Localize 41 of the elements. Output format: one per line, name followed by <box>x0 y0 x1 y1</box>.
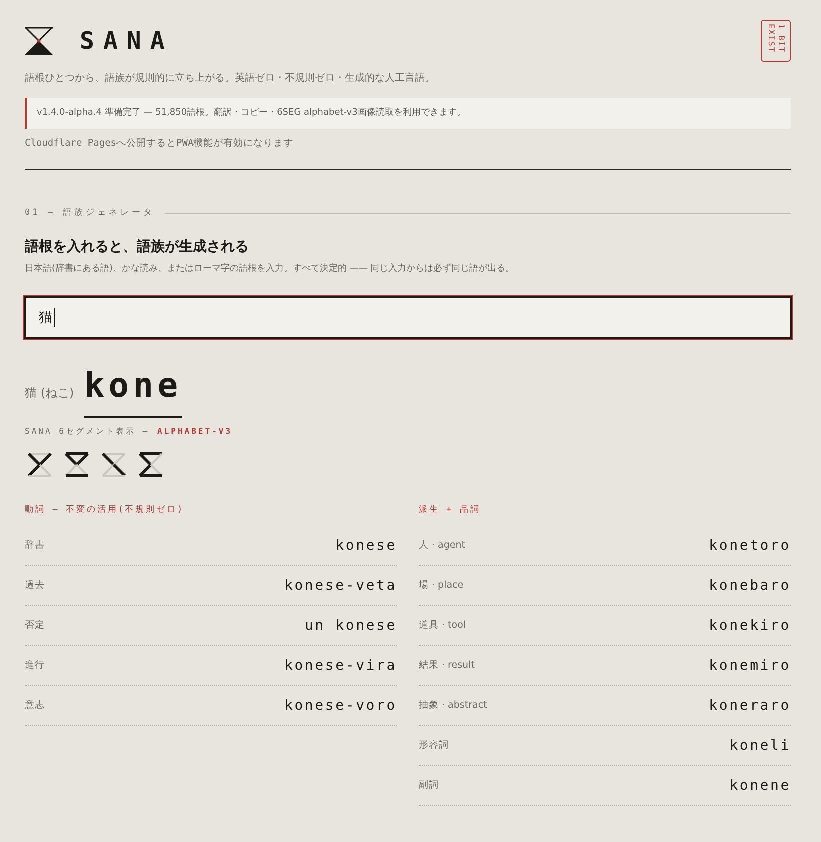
section-title: 動詞 — 不変の活用(不規則ゼロ) <box>25 504 186 516</box>
section-heading: 語根を入れると、語族が生成される <box>25 238 250 257</box>
tagline: 語根ひとつから、語族が規則的に立ち上がる。英語ゼロ・不規則ゼロ・生成的な人工言語。 <box>25 72 436 86</box>
row-label: 道具 · tool <box>419 619 466 632</box>
source-word: 猫 (ねこ) <box>25 385 74 402</box>
row-label: 進行 <box>25 659 45 672</box>
stamp-badge: 1 BIT EXIST <box>761 20 791 62</box>
alphabet-label: ALPHABET-V3 <box>158 427 233 436</box>
row-label: 場 · place <box>419 579 464 592</box>
row-value: konese <box>336 538 397 554</box>
row-value: konekiro <box>709 618 791 634</box>
row-value: koneraro <box>709 698 791 714</box>
hourglass-logo-icon <box>25 27 53 55</box>
row-label: 抽象 · abstract <box>419 699 488 712</box>
row-value: konetoro <box>709 538 791 554</box>
generated-word: kone <box>84 366 182 418</box>
row-label: 形容詞 <box>419 739 449 752</box>
row-label: 結果 · result <box>419 659 475 672</box>
row-label: 副詞 <box>419 779 439 792</box>
section-title: 派生 + 品詞 <box>419 504 482 516</box>
row-label: 人 · agent <box>419 539 466 552</box>
row-label: 過去 <box>25 579 45 592</box>
segment-label: SANA 6セグメント表示 — <box>25 426 150 437</box>
row-value: koneli <box>730 738 791 754</box>
row-value: konese-voro <box>284 698 397 714</box>
row-value: konese-veta <box>284 578 397 594</box>
input-field[interactable]: 猫 <box>24 296 792 339</box>
row-value: konese-vira <box>284 658 397 674</box>
app-title: SANA <box>80 27 174 55</box>
text-cursor <box>54 308 55 327</box>
deploy-note: Cloudflare Pagesへ公開するとPWA機能が有効になります <box>25 137 295 151</box>
row-value: konebaro <box>709 578 791 594</box>
section-label: 01 — 語族ジェネレータ <box>25 207 156 219</box>
row-value: konemiro <box>709 658 791 674</box>
row-value: un konese <box>304 618 397 634</box>
row-value: konene <box>730 778 791 794</box>
row-label: 否定 <box>25 619 45 632</box>
section-description: 日本語(辞書にある語)、かな読み、またはローマ字の語根を入力。すべて決定的 —— 同じ入力からは必ず同じ語が出る。 <box>25 262 516 276</box>
status-notice: v1.4.0-alpha.4 準備完了 — 51,850語根。翻訳・コピー・6SEG alphabet-v3画像読取を利用できます。 <box>25 98 791 129</box>
row-label: 意志 <box>25 699 45 712</box>
row-label: 辞書 <box>25 539 45 552</box>
